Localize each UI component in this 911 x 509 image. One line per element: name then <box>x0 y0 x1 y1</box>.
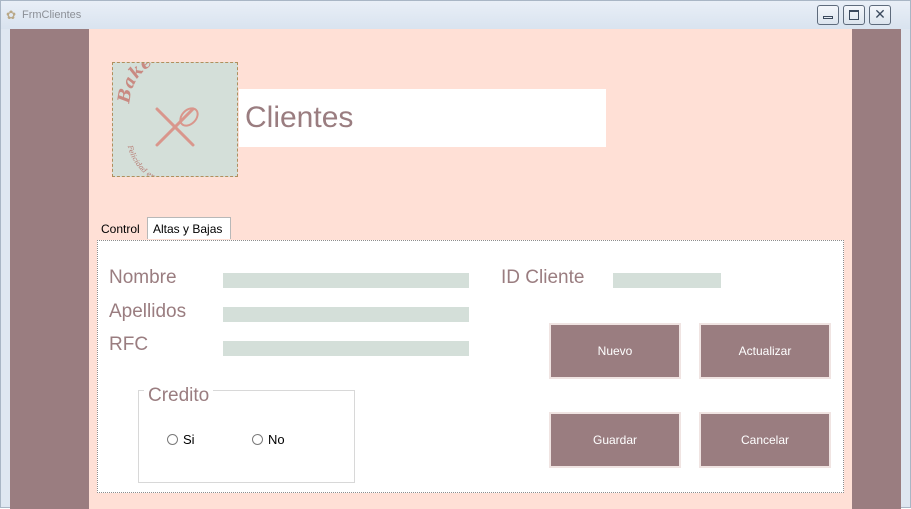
minimize-icon <box>823 16 833 19</box>
guardar-button[interactable]: Guardar <box>549 412 681 468</box>
left-side-panel <box>10 29 89 509</box>
right-side-panel <box>852 29 901 509</box>
title-bar[interactable]: ✿ FrmClientes ✕ <box>1 1 910 29</box>
tab-control[interactable]: Control <box>98 219 143 237</box>
nombre-label: Nombre <box>109 267 177 288</box>
maximize-button[interactable] <box>843 5 865 25</box>
radio-si-circle[interactable] <box>167 434 178 445</box>
rfc-label: RFC <box>109 334 149 355</box>
id-cliente-input[interactable] <box>613 273 721 288</box>
rolling-pin-whisk-logo: Bake Off Felicidad en un trozo <box>114 43 199 186</box>
tab-altas-y-bajas[interactable]: Altas y Bajas <box>147 217 231 239</box>
radio-no-circle[interactable] <box>252 434 263 445</box>
radio-no[interactable]: No <box>252 432 285 447</box>
radio-si-label: Si <box>183 432 195 447</box>
apellidos-label: Apellidos <box>109 301 187 322</box>
rfc-input[interactable] <box>223 341 469 356</box>
radio-no-label: No <box>268 432 285 447</box>
close-button[interactable]: ✕ <box>869 5 891 25</box>
actualizar-button[interactable]: Actualizar <box>699 323 831 379</box>
credito-group-title: Credito <box>144 385 214 407</box>
nombre-input[interactable] <box>223 273 469 288</box>
radio-si[interactable]: Si <box>167 432 195 447</box>
apellidos-input[interactable] <box>223 307 469 322</box>
logo-image: Bake Off Felicidad en un trozo <box>112 43 238 186</box>
svg-text:Bake Off: Bake Off <box>114 63 191 105</box>
nuevo-button[interactable]: Nuevo <box>549 323 681 379</box>
app-window: ✿ FrmClientes ✕ Bake Off <box>0 0 911 509</box>
svg-text:Felicidad en un trozo: Felicidad en un trozo <box>126 144 185 176</box>
cancelar-button[interactable]: Cancelar <box>699 412 831 468</box>
id-cliente-label: ID Cliente <box>501 267 585 288</box>
page-title: Clientes <box>245 101 354 134</box>
minimize-button[interactable] <box>817 5 839 25</box>
maximize-icon <box>849 10 859 20</box>
app-icon[interactable]: ✿ <box>6 9 18 21</box>
close-icon: ✕ <box>874 7 886 23</box>
window-title: FrmClientes <box>22 9 82 21</box>
